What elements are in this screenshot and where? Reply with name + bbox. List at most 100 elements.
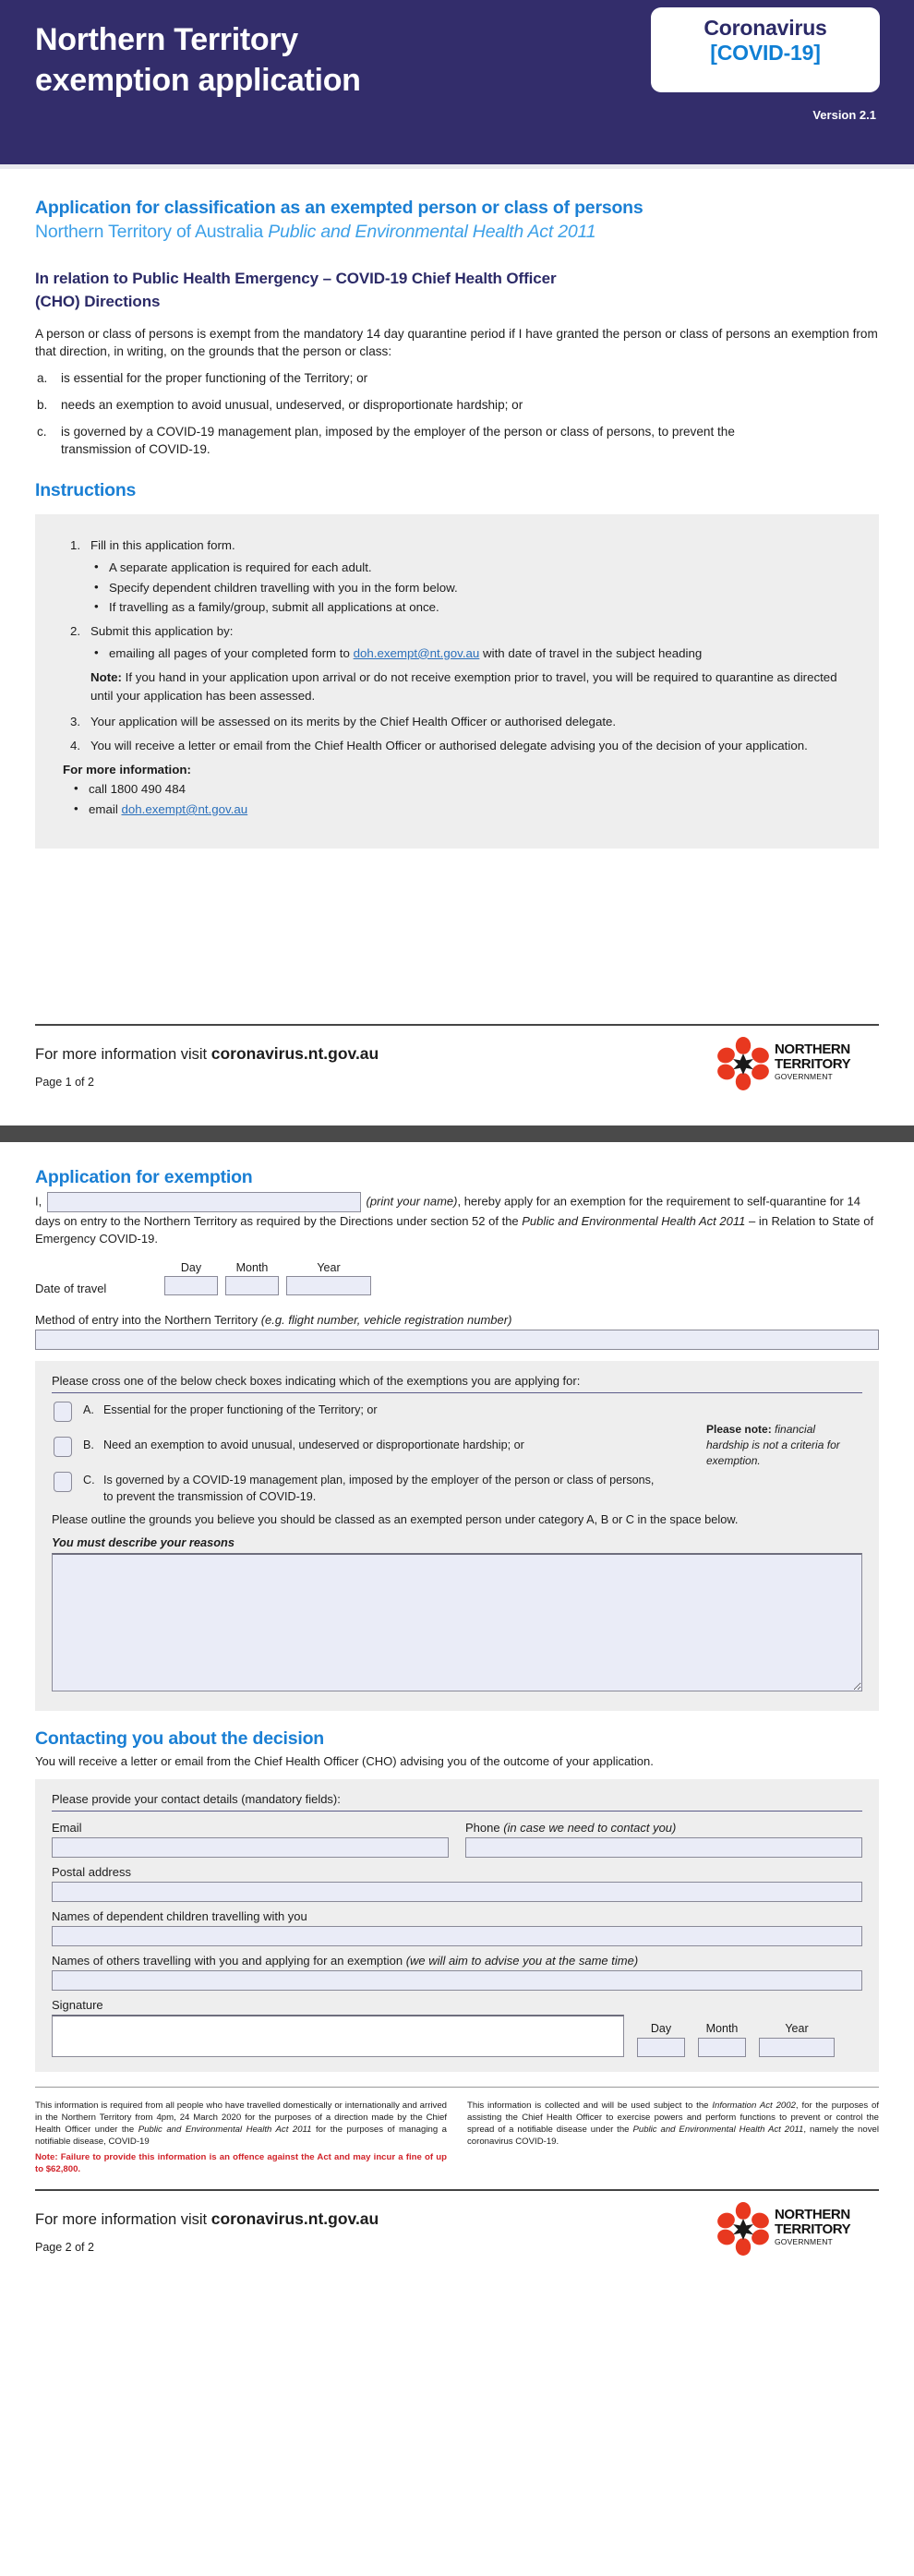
postal-address-label: Postal address — [52, 1865, 131, 1880]
exemption-category-panel: Please cross one of the below check boxe… — [35, 1360, 879, 1712]
step-number: 1. — [70, 538, 81, 553]
dependent-children-input[interactable] — [52, 1926, 862, 1947]
signature-row: Day Month Year — [52, 2015, 862, 2058]
date-of-travel-label: Date of travel — [35, 1281, 107, 1295]
fine-right-act1: Information Act 2002 — [712, 2101, 796, 2112]
checkbox-label-a: Essential for the proper functioning of … — [103, 1402, 378, 1416]
step2-bullets: emailing all pages of your completed for… — [90, 644, 851, 663]
others-travelling-label: Names of others travelling with you and … — [52, 1954, 862, 1968]
more-information-list: call 1800 490 484 email doh.exempt@nt.go… — [70, 779, 851, 819]
badge-line-coronavirus: Coronavirus — [704, 16, 827, 40]
signature-label: Signature — [52, 1998, 103, 2013]
checkbox-label-b: Need an exemption to avoid unusual, unde… — [103, 1438, 524, 1451]
travel-month-input[interactable] — [225, 1275, 279, 1295]
print-name-input[interactable] — [46, 1192, 361, 1213]
bullet-item: emailing all pages of your completed for… — [90, 644, 728, 663]
travel-day-input[interactable] — [164, 1275, 218, 1295]
sig-month-cell: Month — [698, 2022, 746, 2058]
others-travelling-input[interactable] — [52, 1970, 862, 1992]
instruction-step-1: 1. Fill in this application form. A sepa… — [63, 536, 851, 617]
step-text: You will receive a letter or email from … — [90, 738, 808, 752]
more-information-label: For more information: — [63, 763, 191, 776]
logo-line-northern: NORTHERN — [775, 2207, 850, 2223]
desert-rose-icon — [717, 1036, 769, 1090]
postal-address-input[interactable] — [52, 1882, 862, 1903]
checkbox-letter-a: A. — [83, 1402, 94, 1416]
instruction-step-2: 2. Submit this application by: emailing … — [63, 622, 851, 704]
footer-url-2[interactable]: coronavirus.nt.gov.au — [211, 2209, 379, 2228]
sig-year-input[interactable] — [759, 2038, 835, 2058]
fine-print-section: This information is required from all pe… — [35, 2087, 879, 2176]
sig-day-input[interactable] — [637, 2038, 685, 2058]
grounds-item: a. is essential for the proper functioni… — [35, 369, 879, 388]
checkbox-label-c: Is governed by a COVID-19 management pla… — [103, 1473, 655, 1503]
sig-day-cell: Day — [637, 2022, 685, 2058]
signature-date-group: Day Month Year — [637, 2022, 835, 2058]
instructions-box: 1. Fill in this application form. A sepa… — [35, 514, 879, 849]
please-note-label: Please note: — [706, 1422, 772, 1436]
note-text: If you hand in your application upon arr… — [90, 669, 837, 703]
checkbox-row-b[interactable]: B. Need an exemption to avoid unusual, u… — [52, 1436, 661, 1465]
bullet-item: A separate application is required for e… — [90, 558, 851, 577]
contact-details-panel: Please provide your contact details (man… — [35, 1779, 879, 2073]
bullet-item: Specify dependent children travelling wi… — [90, 578, 851, 597]
checkbox-a[interactable] — [54, 1401, 72, 1422]
declaration-act-italic: Public and Environmental Health Act 2011 — [522, 1214, 746, 1229]
checkbox-b[interactable] — [54, 1436, 72, 1457]
phone-input[interactable] — [465, 1837, 862, 1859]
cho-heading-line2: (CHO) Directions — [35, 293, 161, 311]
step1-bullets: A separate application is required for e… — [90, 558, 851, 618]
fine-right-act2: Public and Environmental Health Act 2011 — [632, 2124, 804, 2135]
checkbox-row-a[interactable]: A. Essential for the proper functioning … — [52, 1401, 661, 1430]
email-link-info[interactable]: doh.exempt@nt.gov.au — [121, 802, 247, 816]
travel-year-input[interactable] — [286, 1275, 371, 1295]
sig-month-label: Month — [705, 2022, 739, 2036]
method-of-entry-input[interactable] — [35, 1329, 879, 1350]
page-2: Application for exemption I, (print your… — [0, 1141, 914, 2292]
contacting-intro: You will receive a letter or email from … — [35, 1753, 654, 1768]
nt-government-wordmark: NORTHERN TERRITORY GOVERNMENT — [775, 1042, 851, 1081]
signature-input[interactable] — [52, 2015, 624, 2058]
email-link-submit[interactable]: doh.exempt@nt.gov.au — [354, 646, 480, 660]
badge-line-covid19: [COVID-19] — [710, 41, 821, 66]
must-describe-reasons-label: You must describe your reasons — [52, 1535, 235, 1550]
sig-day-label: Day — [650, 2022, 672, 2036]
step-number: 3. — [70, 715, 81, 729]
contacting-heading: Contacting you about the decision — [35, 1728, 324, 1750]
others-label-plain: Names of others travelling with you and … — [52, 1954, 406, 1968]
page-separator — [0, 1125, 914, 1142]
grounds-item: b. needs an exemption to avoid unusual, … — [35, 396, 879, 415]
page-title-line1: Northern Territory — [35, 22, 298, 57]
checkbox-row-c[interactable]: C. Is governed by a COVID-19 management … — [52, 1471, 661, 1506]
page-1-footer: For more information visit coronavirus.n… — [0, 1026, 914, 1125]
declaration-prefix: I, — [35, 1194, 42, 1209]
sig-year-cell: Year — [759, 2022, 835, 2058]
please-note-financial-hardship: Please note: financial hardship is not a… — [706, 1422, 859, 1469]
logo-line-government: GOVERNMENT — [775, 1071, 833, 1081]
grounds-item: c. is governed by a COVID-19 management … — [35, 423, 764, 459]
logo-line-territory: TERRITORY — [775, 1055, 851, 1072]
grounds-text: is essential for the proper functioning … — [61, 371, 368, 386]
others-label-italic: (we will aim to advise you at the same t… — [405, 1954, 639, 1968]
nt-government-wordmark-2: NORTHERN TERRITORY GOVERNMENT — [775, 2207, 851, 2247]
subheading-act: Public and Environmental Health Act 2011 — [268, 222, 596, 243]
sig-month-input[interactable] — [698, 2038, 746, 2058]
email-input[interactable] — [52, 1837, 449, 1859]
checkbox-c[interactable] — [54, 1471, 72, 1492]
coronavirus-badge: Coronavirus [COVID-19] — [651, 7, 880, 92]
checkbox-letter-c: C. — [83, 1473, 95, 1487]
subheading-prefix: Northern Territory of Australia — [35, 222, 269, 243]
footer-url[interactable]: coronavirus.nt.gov.au — [211, 1044, 379, 1063]
note-label: Note: — [90, 669, 122, 684]
method-label-italic: (e.g. flight number, vehicle registratio… — [260, 1312, 512, 1327]
step-text: Submit this application by: — [90, 624, 234, 639]
declaration-paragraph: I, (print your name), hereby apply for a… — [35, 1192, 879, 1247]
reasons-textarea[interactable] — [52, 1553, 862, 1692]
bullet-item-phone: call 1800 490 484 — [70, 779, 851, 799]
footer-visit-prefix-2: For more information visit — [35, 2211, 211, 2229]
phone-group: Phone (in case we need to contact you) — [465, 1821, 862, 1859]
outline-grounds-instruction: Please outline the grounds you believe y… — [52, 1512, 739, 1527]
logo-line-government: GOVERNMENT — [775, 2237, 833, 2247]
instruction-step-4: 4. You will receive a letter or email fr… — [63, 737, 829, 754]
grounds-marker: b. — [37, 397, 48, 412]
